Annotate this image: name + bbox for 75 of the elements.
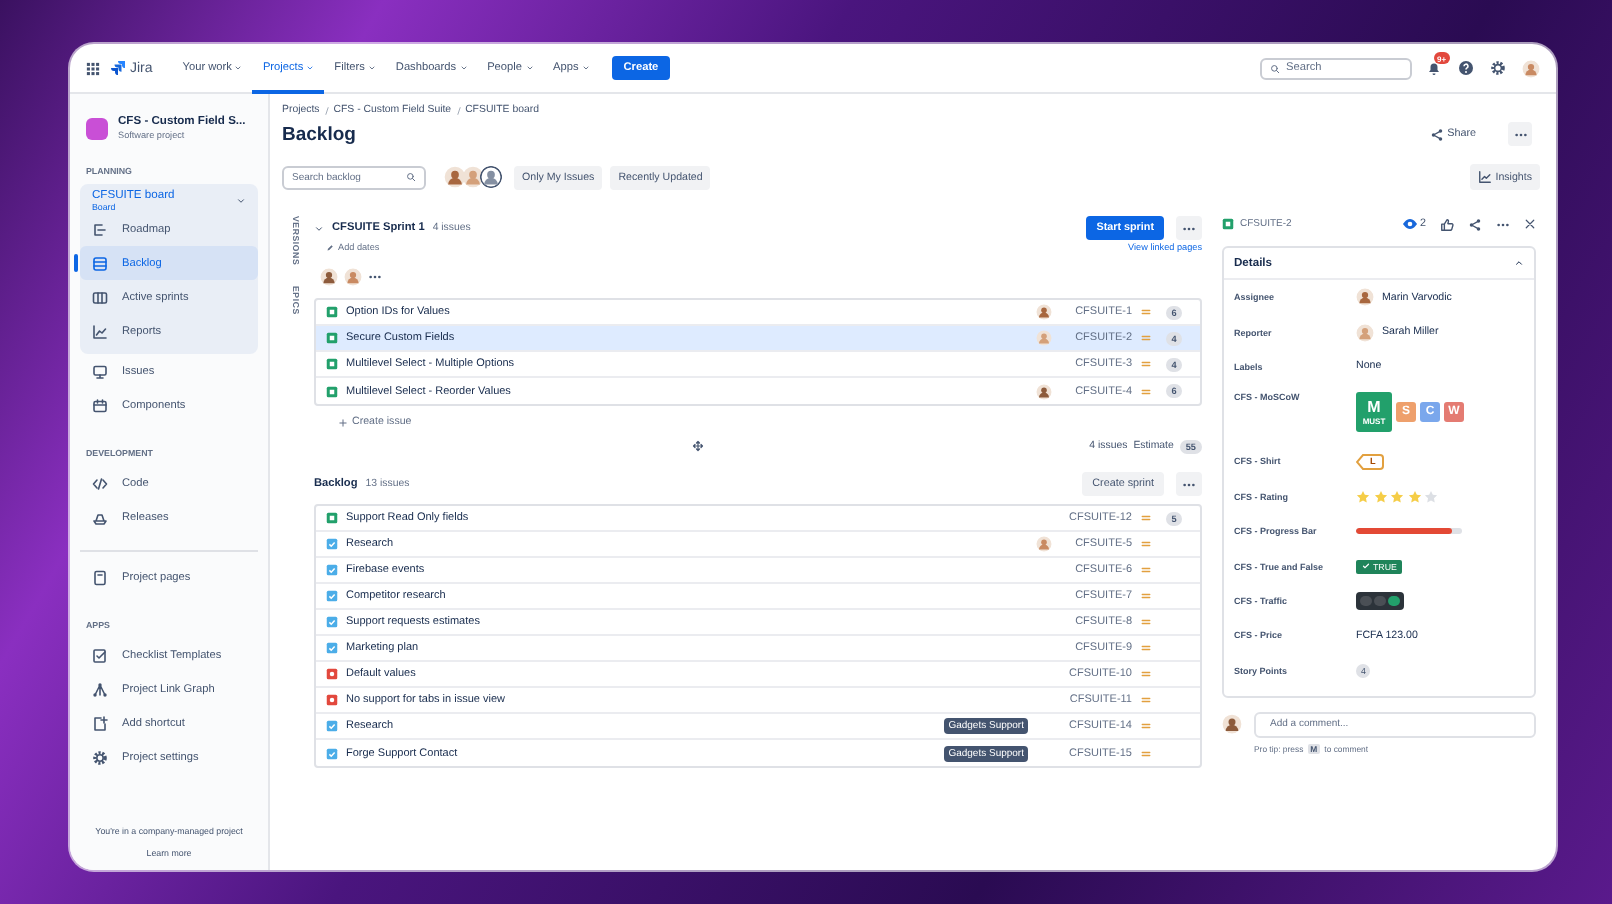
- avatar: [1356, 288, 1374, 307]
- story-icon: [326, 512, 338, 524]
- eye-icon: [1401, 216, 1417, 232]
- avatar: [344, 268, 362, 286]
- priority-icon: [1140, 538, 1152, 550]
- priority-icon: [1140, 385, 1152, 397]
- star-icon: [1356, 489, 1370, 504]
- logo-icon[interactable]: [110, 60, 126, 76]
- avatar: [320, 268, 338, 286]
- app-switcher-icon[interactable]: [86, 61, 100, 75]
- bell-icon[interactable]: [1426, 60, 1442, 76]
- search-icon: [406, 172, 416, 182]
- drag-handle-icon: [692, 440, 705, 452]
- priority-icon: [1140, 694, 1152, 706]
- more-button[interactable]: [1508, 122, 1532, 146]
- backlog-icon: [92, 255, 108, 271]
- story-icon: [326, 358, 338, 370]
- close-icon: [1524, 218, 1536, 230]
- share-button[interactable]: [1468, 217, 1482, 231]
- task-icon: [326, 590, 338, 602]
- bug-icon: [326, 694, 338, 706]
- task-icon: [326, 642, 338, 654]
- avatar: [1222, 714, 1242, 735]
- bug-icon: [326, 668, 338, 680]
- priority-icon: [1140, 358, 1152, 370]
- task-icon: [326, 538, 338, 550]
- plus-icon: [338, 417, 348, 427]
- priority-icon: [1140, 332, 1152, 344]
- page-title: Backlog: [282, 123, 356, 145]
- priority-icon: [1140, 616, 1152, 628]
- share-icon: [1429, 127, 1444, 141]
- priority-icon: [1140, 590, 1152, 602]
- task-icon: [326, 720, 338, 732]
- story-icon: [1222, 218, 1234, 230]
- avatar: [1356, 323, 1374, 342]
- slash-icon: [321, 105, 332, 115]
- chevron-up-icon: [1514, 258, 1524, 268]
- checklist-icon: [92, 647, 108, 663]
- avatar: [1522, 59, 1540, 77]
- thumbs-up-icon: [1440, 217, 1454, 231]
- pencil-icon: [326, 243, 334, 251]
- chevron-down-icon[interactable]: [314, 223, 324, 233]
- check-icon: [1362, 562, 1370, 571]
- chevron-down-icon: [236, 196, 246, 206]
- columns-icon: [92, 289, 108, 305]
- page-icon: [92, 569, 108, 585]
- story-icon: [326, 332, 338, 344]
- task-icon: [326, 747, 338, 759]
- priority-icon: [1140, 642, 1152, 654]
- story-icon: [326, 306, 338, 318]
- close-button[interactable]: [1524, 218, 1536, 230]
- priority-icon: [1140, 512, 1152, 524]
- graph-icon: [92, 681, 108, 697]
- priority-icon: [1140, 747, 1152, 759]
- like-button[interactable]: [1440, 217, 1454, 231]
- priority-icon: [1140, 668, 1152, 680]
- project-icon: [86, 117, 108, 139]
- avatar: [444, 166, 466, 188]
- priority-icon: [1140, 720, 1152, 732]
- search-icon: [1270, 63, 1280, 73]
- chart-icon: [1477, 170, 1492, 184]
- settings-icon[interactable]: [1490, 60, 1506, 76]
- priority-icon: [1140, 564, 1152, 576]
- slash-icon: [453, 105, 464, 115]
- task-icon: [326, 564, 338, 576]
- avatar: [480, 166, 502, 188]
- settings-icon: [92, 749, 108, 765]
- more-icon[interactable]: [368, 270, 382, 284]
- avatar: [462, 166, 484, 188]
- code-icon: [92, 475, 108, 491]
- help-icon[interactable]: [1458, 60, 1474, 76]
- priority-icon: [1140, 306, 1152, 318]
- story-icon: [326, 385, 338, 397]
- share-icon: [1468, 217, 1482, 231]
- task-icon: [326, 616, 338, 628]
